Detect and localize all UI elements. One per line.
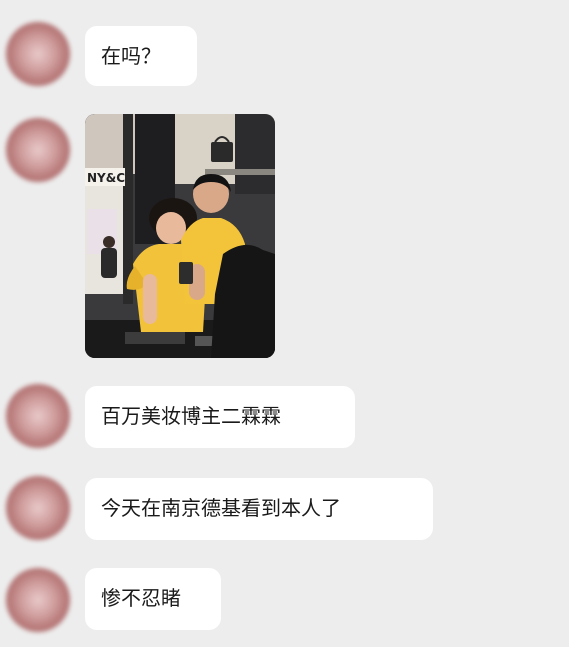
message-bubble[interactable]: 今天在南京德基看到本人了 bbox=[85, 478, 433, 540]
message-bubble[interactable]: 百万美妆博主二霖霖 bbox=[85, 386, 355, 448]
chat-thread: 在吗？ NY&C 百万美妆博主二霖霖 今天在南京德基看到本人了 惨不忍睹 bbox=[0, 0, 569, 647]
message-bubble[interactable]: 在吗？ bbox=[85, 26, 197, 86]
message-bubble[interactable]: 惨不忍睹 bbox=[85, 568, 221, 630]
message-text: 百万美妆博主二霖霖 bbox=[101, 404, 281, 428]
sender-avatar[interactable] bbox=[6, 118, 70, 182]
sender-avatar[interactable] bbox=[6, 384, 70, 448]
message-text: 在吗？ bbox=[101, 44, 161, 68]
store-sign-text: NY&C bbox=[87, 171, 125, 185]
message-text: 惨不忍睹 bbox=[101, 586, 181, 610]
image-message[interactable]: NY&C bbox=[85, 114, 275, 358]
sender-avatar[interactable] bbox=[6, 568, 70, 632]
photo-image: NY&C bbox=[85, 114, 275, 358]
sender-avatar[interactable] bbox=[6, 22, 70, 86]
message-text: 今天在南京德基看到本人了 bbox=[101, 496, 341, 520]
sender-avatar[interactable] bbox=[6, 476, 70, 540]
